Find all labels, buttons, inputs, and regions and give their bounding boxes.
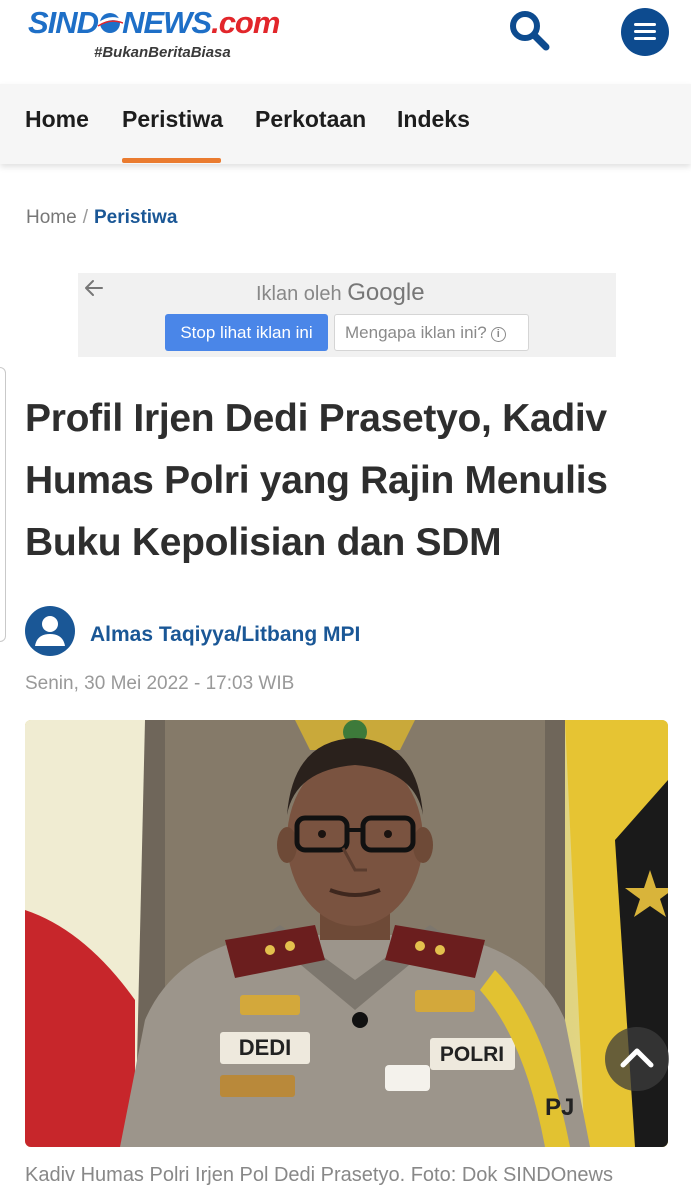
- search-button[interactable]: [506, 8, 552, 54]
- site-header: SIND NEWS.com #BukanBeritaBiasa: [0, 0, 691, 84]
- user-icon: [35, 616, 65, 646]
- breadcrumb: Home / Peristiwa: [26, 207, 177, 229]
- photo-flag-text: PJ: [545, 1094, 574, 1121]
- article-photo-image: DEDI POLRI PJ: [25, 720, 668, 1147]
- info-icon: i: [490, 327, 506, 342]
- menu-icon: [634, 23, 656, 26]
- arrow-left-icon: [85, 280, 103, 296]
- ad-label: Iklan oleh Google: [256, 279, 425, 307]
- sindonews-logo[interactable]: SIND NEWS.com #BukanBeritaBiasa: [28, 5, 280, 62]
- publish-date: Senin, 30 Mei 2022 - 17:03 WIB: [25, 673, 295, 694]
- main-nav: Home Peristiwa Perkotaan Indeks: [0, 84, 691, 164]
- article-title: Profil Irjen Dedi Prasetyo, Kadiv Humas …: [25, 397, 608, 564]
- menu-button[interactable]: [621, 8, 669, 56]
- ad-label-text: Iklan oleh: [256, 283, 342, 305]
- chevron-up-icon: [620, 1048, 654, 1068]
- search-icon: [510, 11, 550, 51]
- nav-item-perkotaan[interactable]: Perkotaan: [255, 106, 366, 133]
- ad-back-button[interactable]: [84, 277, 104, 299]
- photo-name-tag: DEDI: [239, 1035, 292, 1060]
- breadcrumb-home[interactable]: Home: [26, 207, 77, 228]
- nav-item-home[interactable]: Home: [25, 106, 89, 133]
- side-drawer-handle[interactable]: [0, 367, 6, 642]
- photo-caption: Kadiv Humas Polri Irjen Pol Dedi Prasety…: [25, 1164, 613, 1186]
- breadcrumb-current[interactable]: Peristiwa: [94, 207, 177, 228]
- logo-tagline: #BukanBeritaBiasa: [94, 44, 231, 61]
- nav-item-peristiwa[interactable]: Peristiwa: [122, 106, 223, 133]
- stop-ad-button[interactable]: Stop lihat iklan ini: [165, 314, 328, 351]
- author-name[interactable]: Almas Taqiyya/Litbang MPI: [90, 623, 360, 647]
- logo-globe-icon: [97, 13, 124, 33]
- ad-brand: Google: [347, 279, 425, 306]
- article-photo[interactable]: DEDI POLRI PJ: [25, 720, 668, 1147]
- nav-active-indicator: [122, 158, 221, 163]
- why-ad-label: Mengapa iklan ini?: [345, 323, 487, 342]
- author-avatar[interactable]: [25, 606, 75, 656]
- scroll-to-top-button[interactable]: [605, 1027, 669, 1091]
- nav-item-indeks[interactable]: Indeks: [397, 106, 470, 133]
- photo-org-tag: POLRI: [440, 1043, 504, 1066]
- ad-feedback-panel: Iklan oleh Google Stop lihat iklan ini M…: [78, 273, 616, 357]
- breadcrumb-separator: /: [82, 207, 88, 228]
- why-ad-button[interactable]: Mengapa iklan ini? i: [334, 314, 529, 351]
- logo-wordmark: SIND NEWS.com: [28, 5, 280, 40]
